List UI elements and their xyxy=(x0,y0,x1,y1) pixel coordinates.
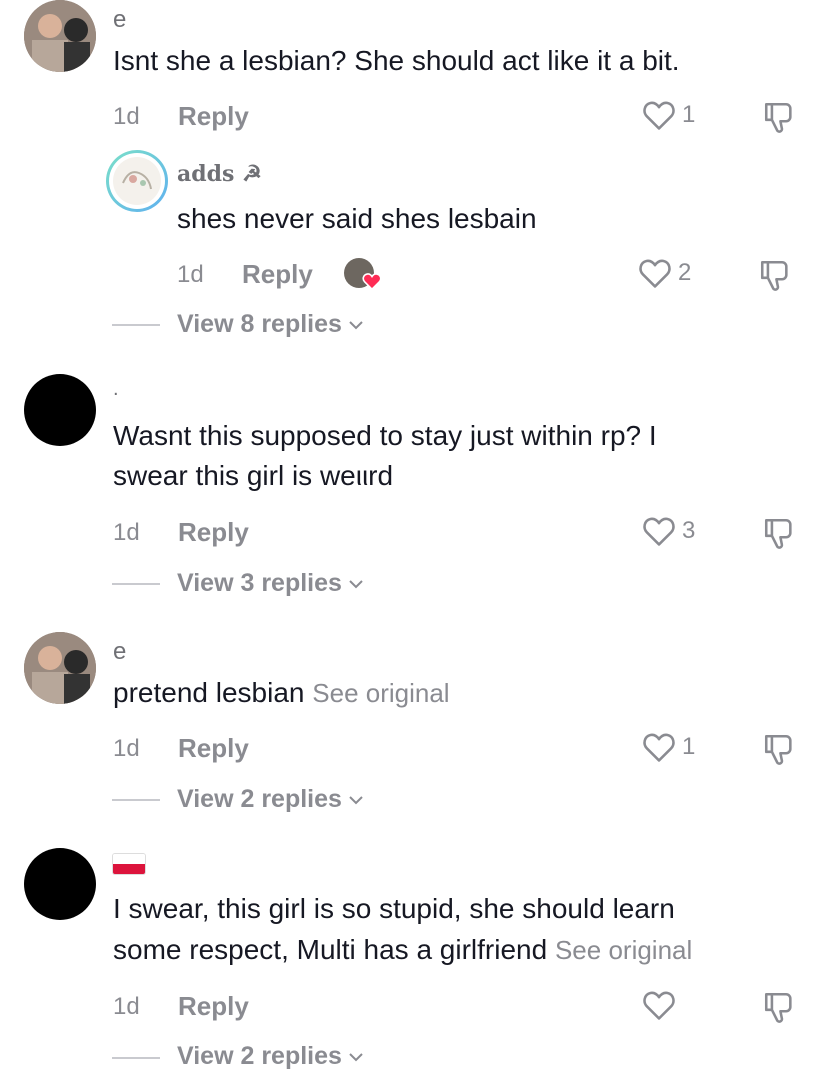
heart-icon xyxy=(643,517,675,546)
comment-text: Isnt she a lesbian? She should act like … xyxy=(113,45,680,76)
timestamp: 1d xyxy=(177,261,204,288)
comment-text-row: some respect, Multi has a girlfriend See… xyxy=(113,929,793,971)
timestamp: 1d xyxy=(113,993,140,1020)
reply-button[interactable]: Reply xyxy=(178,517,249,548)
thumbs-down-icon xyxy=(760,260,788,291)
view-replies-button[interactable]: View 8 replies xyxy=(177,310,364,339)
heart-icon xyxy=(643,733,675,762)
comment-text-line1: Wasnt this supposed to stay just within … xyxy=(113,420,657,451)
comment-text-row: pretend lesbian See original xyxy=(113,672,793,714)
username[interactable]: e xyxy=(113,638,126,666)
chevron-down-icon xyxy=(349,579,363,588)
dislike-button[interactable] xyxy=(762,100,796,139)
timestamp: 1d xyxy=(113,103,140,130)
creator-liked-avatar xyxy=(344,258,384,294)
timestamp: 1d xyxy=(113,519,140,546)
comment-text-line2: some respect, Multi has a girlfriend xyxy=(113,934,548,965)
reply-button[interactable]: Reply xyxy=(178,733,249,764)
divider xyxy=(112,583,160,585)
avatar[interactable] xyxy=(106,150,168,212)
comment-text: shes never said shes lesbain xyxy=(177,203,537,234)
avatar[interactable] xyxy=(24,848,96,920)
avatar[interactable] xyxy=(24,0,96,72)
divider xyxy=(112,1057,160,1059)
comment-text-line2: swear this girl is weιιrd xyxy=(113,460,394,491)
heart-badge-icon xyxy=(362,273,382,290)
reply-button[interactable]: Reply xyxy=(178,101,249,132)
heart-icon xyxy=(643,991,675,1020)
username[interactable]: . xyxy=(113,378,119,401)
thumbs-down-icon xyxy=(764,102,792,133)
divider xyxy=(112,799,160,801)
dislike-button[interactable] xyxy=(762,732,796,771)
chevron-down-icon xyxy=(349,320,363,329)
see-original-link[interactable]: See original xyxy=(555,935,692,965)
comment-text: pretend lesbian xyxy=(113,677,305,708)
view-replies-label: View 3 replies xyxy=(177,569,342,597)
like-count: 3 xyxy=(682,517,696,544)
like-button[interactable]: 1 xyxy=(642,99,695,131)
username[interactable]: adds ☭ xyxy=(177,161,262,187)
reply-button[interactable]: Reply xyxy=(178,991,249,1022)
timestamp: 1d xyxy=(113,735,140,762)
like-count: 2 xyxy=(678,259,692,286)
avatar[interactable] xyxy=(24,374,96,446)
view-replies-button[interactable]: View 3 replies xyxy=(177,569,364,598)
like-count: 1 xyxy=(682,733,696,760)
thumbs-down-icon xyxy=(764,518,792,549)
like-button[interactable]: 1 xyxy=(642,731,695,763)
view-replies-label: View 2 replies xyxy=(177,785,342,813)
avatar[interactable] xyxy=(24,632,96,704)
like-count: 1 xyxy=(682,101,696,128)
like-button[interactable]: 2 xyxy=(638,257,691,289)
heart-icon xyxy=(643,101,675,130)
thumbs-down-icon xyxy=(764,992,792,1023)
see-original-link[interactable]: See original xyxy=(312,678,449,708)
like-button[interactable] xyxy=(642,989,682,1021)
comment-text-line1: I swear, this girl is so stupid, she sho… xyxy=(113,893,675,924)
dislike-button[interactable] xyxy=(762,516,796,555)
view-replies-button[interactable]: View 2 replies xyxy=(177,785,364,814)
username[interactable]: e xyxy=(113,6,126,34)
chevron-down-icon xyxy=(349,1052,363,1061)
reply-button[interactable]: Reply xyxy=(242,259,313,290)
view-replies-label: View 8 replies xyxy=(177,310,342,338)
dislike-button[interactable] xyxy=(758,258,792,297)
thumbs-down-icon xyxy=(764,734,792,765)
heart-icon xyxy=(639,259,671,288)
flag-poland-icon xyxy=(113,854,145,874)
dislike-button[interactable] xyxy=(762,990,796,1029)
like-button[interactable]: 3 xyxy=(642,515,695,547)
chevron-down-icon xyxy=(349,795,363,804)
divider xyxy=(112,324,160,326)
